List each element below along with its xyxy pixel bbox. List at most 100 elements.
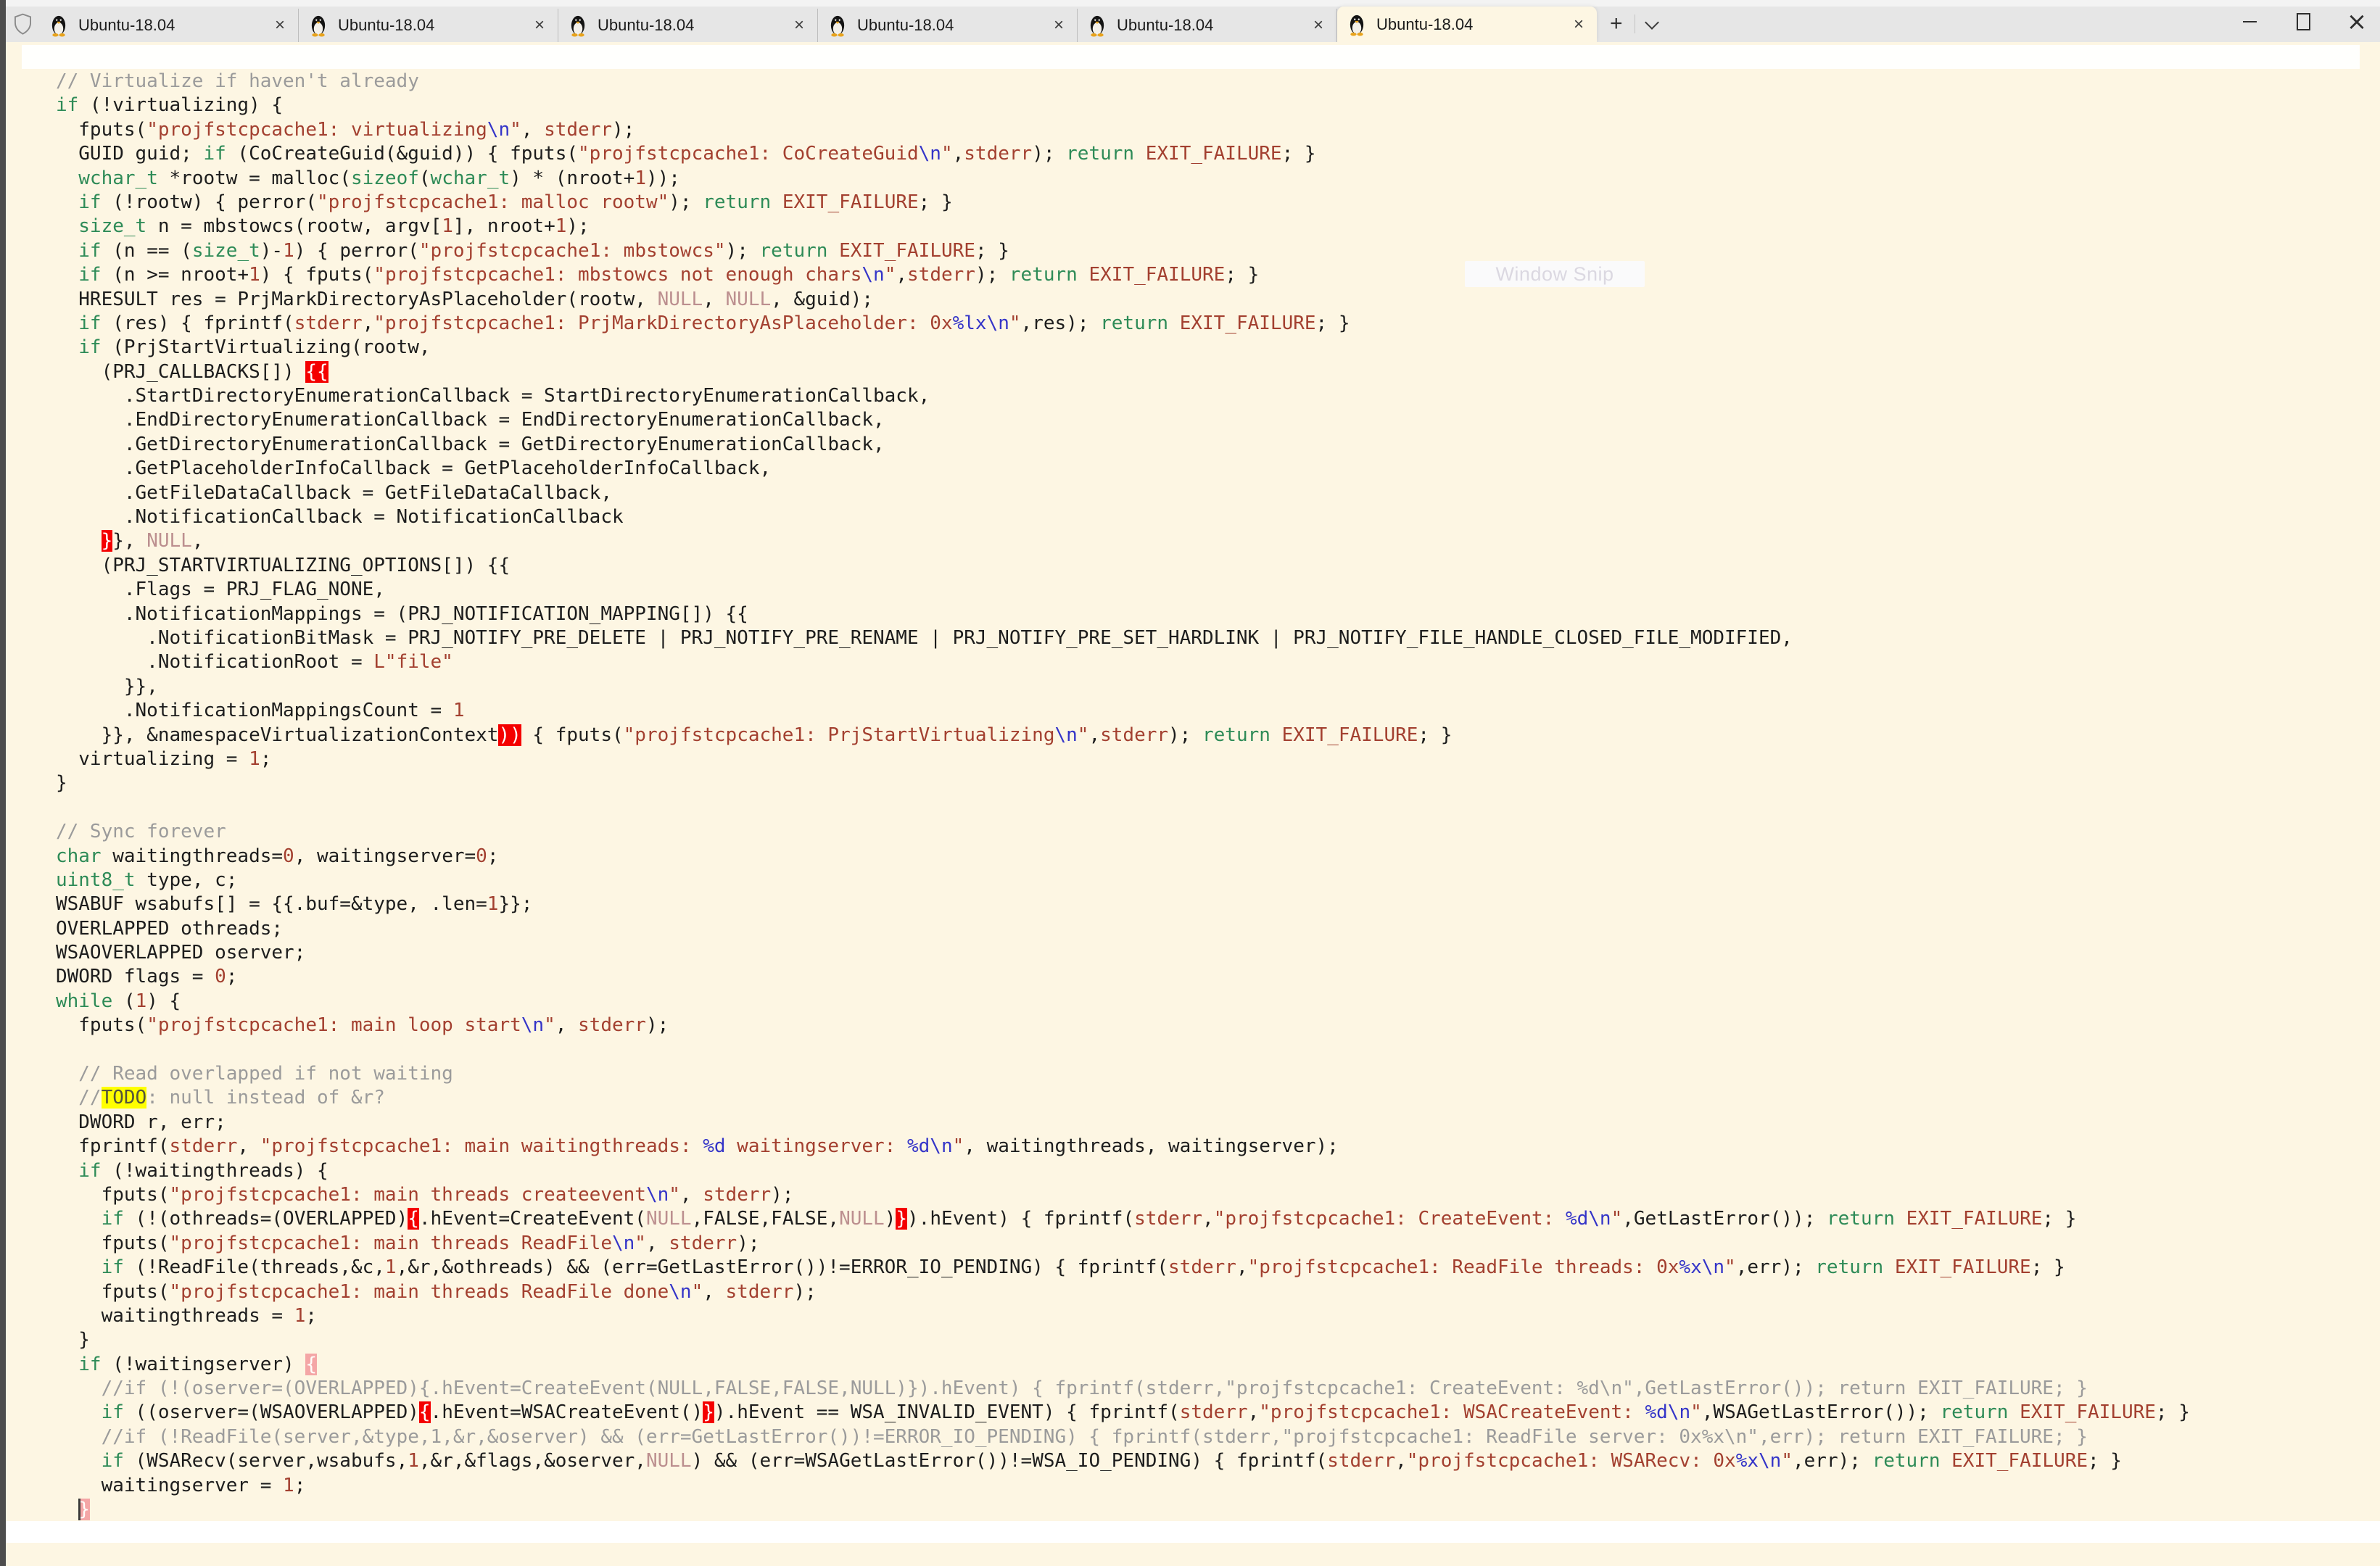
minimize-button[interactable] [2235, 9, 2264, 35]
code-line [22, 1038, 2190, 1062]
tab-close-icon[interactable]: × [1051, 17, 1067, 34]
terminal-blank-row-top [22, 45, 2360, 69]
code-line: .Flags = PRJ_FLAG_NONE, [22, 578, 2190, 602]
terminal-tab-3[interactable]: Ubuntu-18.04 × [558, 9, 818, 42]
code-line: // Virtualize if haven't already [22, 70, 2190, 94]
code-line: char waitingthreads=0, waitingserver=0; [22, 845, 2190, 869]
code-line [22, 796, 2190, 820]
window-top-edge [6, 0, 2380, 7]
code-line: fputs("projfstcpcache1: main threads cre… [22, 1183, 2190, 1207]
close-button[interactable]: × [2342, 9, 2371, 35]
code-line: fputs("projfstcpcache1: main threads Rea… [22, 1280, 2190, 1304]
code-line: if (!(othreads=(OVERLAPPED){.hEvent=Crea… [22, 1207, 2190, 1231]
maximize-icon [2297, 13, 2310, 30]
code-line: // Sync forever [22, 820, 2190, 844]
code-line: OVERLAPPED othreads; [22, 917, 2190, 941]
tab-close-icon[interactable]: × [532, 17, 548, 34]
code-line: wchar_t *rootw = malloc(sizeof(wchar_t) … [22, 167, 2190, 191]
tux-penguin-icon [827, 14, 848, 37]
tab-strip: Ubuntu-18.04 × Ubuntu-18.04 × Ubuntu-18.… [39, 7, 1597, 42]
code-line: fputs("projfstcpcache1: virtualizing\n",… [22, 118, 2190, 142]
tab-title: Ubuntu-18.04 [1376, 15, 1571, 34]
tab-title: Ubuntu-18.04 [78, 16, 272, 35]
window-snip-toast: Window Snip [1465, 261, 1645, 287]
code-line: virtualizing = 1; [22, 747, 2190, 771]
code-line: size_t n = mbstowcs(rootw, argv[1], nroo… [22, 215, 2190, 239]
code-line: if ((oserver=(WSAOVERLAPPED){.hEvent=WSA… [22, 1401, 2190, 1425]
tux-penguin-icon [567, 14, 589, 37]
tab-title: Ubuntu-18.04 [857, 16, 1051, 35]
code-line: .EndDirectoryEnumerationCallback = EndDi… [22, 408, 2190, 432]
terminal-tab-1[interactable]: Ubuntu-18.04 × [39, 9, 299, 42]
terminal-tab-4[interactable]: Ubuntu-18.04 × [818, 9, 1078, 42]
code-line: DWORD flags = 0; [22, 965, 2190, 989]
minimize-icon [2243, 21, 2257, 22]
code-line: if (!waitingthreads) { [22, 1159, 2190, 1183]
code-line: }}, &namespaceVirtualizationContext)) { … [22, 724, 2190, 747]
code-line: (PRJ_STARTVIRTUALIZING_OPTIONS[]) {{ [22, 554, 2190, 578]
code-line: if (n >= nroot+1) { fputs("projfstcpcach… [22, 263, 2190, 287]
code-line: .GetFileDataCallback = GetFileDataCallba… [22, 481, 2190, 505]
tab-close-icon[interactable]: × [1571, 16, 1587, 33]
tab-title: Ubuntu-18.04 [1117, 16, 1310, 35]
terminal-tab-6[interactable]: Ubuntu-18.04 × [1337, 7, 1597, 42]
code-line: .NotificationCallback = NotificationCall… [22, 505, 2190, 529]
vim-code-buffer[interactable]: // Virtualize if haven't already if (!vi… [22, 70, 2190, 1522]
code-line: if (!virtualizing) { [22, 94, 2190, 117]
window-controls: × [2235, 9, 2371, 35]
terminal-window: Ubuntu-18.04 × Ubuntu-18.04 × Ubuntu-18.… [0, 0, 2380, 1566]
code-line: }}, [22, 675, 2190, 699]
code-line: if (res) { fprintf(stderr,"projfstcpcach… [22, 312, 2190, 336]
code-line: .NotificationBitMask = PRJ_NOTIFY_PRE_DE… [22, 626, 2190, 650]
code-line: }}, NULL, [22, 529, 2190, 553]
close-icon: × [2347, 9, 2368, 34]
tab-title: Ubuntu-18.04 [338, 16, 532, 35]
tux-penguin-icon [1346, 13, 1368, 36]
window-left-border [0, 0, 6, 1566]
code-line: // Read overlapped if not waiting [22, 1062, 2190, 1086]
code-line: if (PrjStartVirtualizing(rootw, [22, 336, 2190, 360]
code-line: if (!rootw) { perror("projfstcpcache1: m… [22, 191, 2190, 215]
code-line: while (1) { [22, 990, 2190, 1014]
tab-bar: Ubuntu-18.04 × Ubuntu-18.04 × Ubuntu-18.… [6, 7, 2380, 42]
tab-close-icon[interactable]: × [1310, 17, 1326, 34]
terminal-pane[interactable]: // Virtualize if haven't already if (!vi… [6, 42, 2380, 1566]
tab-close-icon[interactable]: × [791, 17, 807, 34]
code-line: .GetDirectoryEnumerationCallback = GetDi… [22, 433, 2190, 457]
tab-dropdown-chevron-icon[interactable] [1645, 15, 1659, 30]
code-line: .NotificationRoot = L"file" [22, 650, 2190, 674]
tux-penguin-icon [1086, 14, 1108, 37]
window-snip-label: Window Snip [1495, 263, 1613, 286]
code-line: } [22, 1498, 2190, 1522]
code-line: fprintf(stderr, "projfstcpcache1: main w… [22, 1135, 2190, 1159]
tab-title: Ubuntu-18.04 [598, 16, 791, 35]
terminal-blank-row-bottom [6, 1521, 2380, 1543]
code-line: } [22, 771, 2190, 795]
code-line: //if (!ReadFile(server,&type,1,&r,&oserv… [22, 1425, 2190, 1449]
code-line: //if (!(oserver=(OVERLAPPED){.hEvent=Cre… [22, 1377, 2190, 1401]
code-line: (PRJ_CALLBACKS[]) {{ [22, 360, 2190, 384]
code-line: if (n == (size_t)-1) { perror("projfstcp… [22, 239, 2190, 263]
terminal-tab-5[interactable]: Ubuntu-18.04 × [1078, 9, 1337, 42]
terminal-tab-2[interactable]: Ubuntu-18.04 × [299, 9, 558, 42]
code-line: DWORD r, err; [22, 1111, 2190, 1135]
code-line: .NotificationMappingsCount = 1 [22, 699, 2190, 723]
admin-shield-icon [6, 7, 39, 41]
code-line: if (!ReadFile(threads,&c,1,&r,&othreads)… [22, 1256, 2190, 1280]
code-line: fputs("projfstcpcache1: main threads Rea… [22, 1232, 2190, 1256]
code-line: //TODO: null instead of &r? [22, 1086, 2190, 1110]
code-line: if (!waitingserver) { [22, 1353, 2190, 1377]
tux-penguin-icon [307, 14, 329, 37]
code-line: HRESULT res = PrjMarkDirectoryAsPlacehol… [22, 288, 2190, 312]
code-line: WSABUF wsabufs[] = {{.buf=&type, .len=1}… [22, 892, 2190, 916]
code-line: WSAOVERLAPPED oserver; [22, 941, 2190, 965]
code-line: uint8_t type, c; [22, 869, 2190, 892]
new-tab-button[interactable]: + [1610, 13, 1623, 35]
code-line: .NotificationMappings = (PRJ_NOTIFICATIO… [22, 602, 2190, 626]
maximize-button[interactable] [2289, 9, 2318, 35]
code-line: waitingthreads = 1; [22, 1304, 2190, 1328]
code-line: waitingserver = 1; [22, 1474, 2190, 1498]
code-line: } [22, 1328, 2190, 1352]
tab-close-icon[interactable]: × [272, 17, 288, 34]
code-line: .StartDirectoryEnumerationCallback = Sta… [22, 384, 2190, 408]
